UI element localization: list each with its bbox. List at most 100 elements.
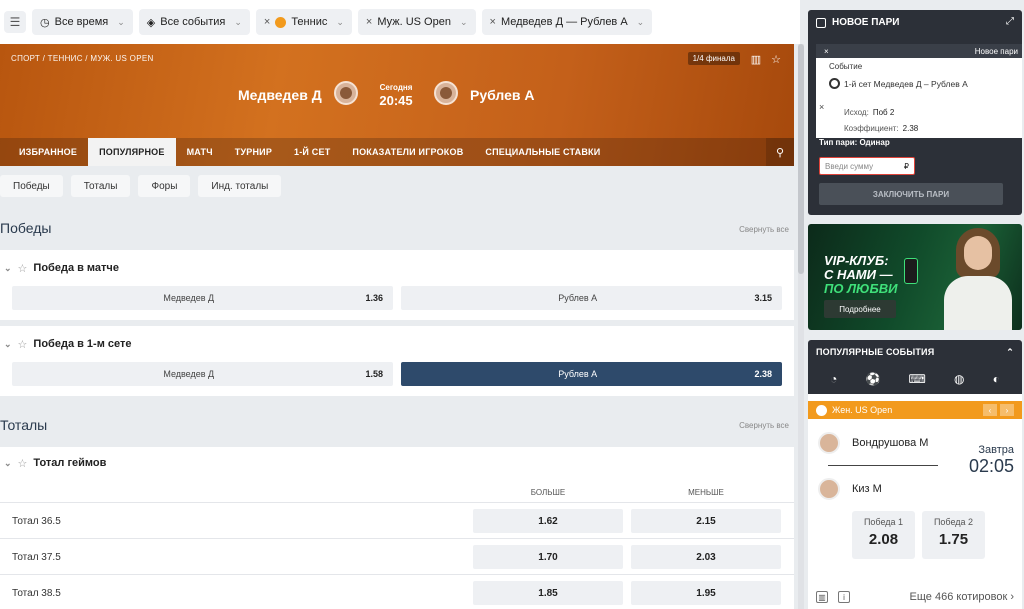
odd-button-over[interactable]: 1.62 — [473, 509, 623, 533]
odd-button-p2-selected[interactable]: Рублев А 2.38 — [401, 362, 782, 386]
star-icon[interactable]: ☆ — [18, 338, 28, 351]
total-name: Тотал 36.5 — [12, 516, 61, 527]
table-row: Тотал 36.5 1.62 2.15 — [0, 503, 794, 539]
market-header[interactable]: ⌄ ☆ Победа в матче — [0, 250, 794, 286]
market-set1-win: ⌄ ☆ Победа в 1-м сете Медведев Д 1.58 Ру… — [0, 326, 794, 396]
table-tennis-icon[interactable]: ◐ — [993, 372, 1000, 386]
chevron-up-icon[interactable]: ⌃ — [1006, 347, 1014, 358]
odd-button-win2[interactable]: Победа 2 1.75 — [922, 511, 985, 559]
odd-button-over[interactable]: 1.70 — [473, 545, 623, 569]
info-icon[interactable]: i — [838, 591, 850, 603]
event-player1[interactable]: Вондрушова М — [818, 432, 928, 454]
more-odds-link[interactable]: Еще 466 котировок › — [910, 591, 1014, 603]
close-icon[interactable]: × — [366, 16, 372, 28]
close-icon[interactable]: × — [490, 16, 496, 28]
star-icon[interactable]: ☆ — [768, 51, 784, 67]
tab-favorites[interactable]: ИЗБРАННОЕ — [8, 138, 88, 166]
tab-first-set[interactable]: 1-Й СЕТ — [283, 138, 341, 166]
tab-popular[interactable]: ПОПУЛЯРНОЕ — [88, 138, 176, 166]
soccer-icon[interactable]: ⚽ — [865, 372, 880, 386]
odd-value: 1.58 — [365, 369, 383, 379]
event-name-text: 1-й сет Медведев Д – Рублев А — [844, 78, 968, 89]
market-match-win: ⌄ ☆ Победа в матче Медведев Д 1.36 Рубле… — [0, 250, 794, 320]
player1-avatar — [334, 81, 358, 105]
chevron-down-icon: ⌄ — [459, 16, 468, 27]
currency-icon: ₽ — [903, 161, 909, 171]
stake-placeholder: Введи сумму — [825, 161, 874, 171]
tab-special-bets[interactable]: СПЕЦИАЛЬНЫЕ СТАВКИ — [474, 138, 611, 166]
new-bet-bar: × Новое пари — [816, 44, 1022, 58]
event-player2[interactable]: Киз М — [818, 478, 882, 500]
odd-button-under[interactable]: 2.03 — [631, 545, 781, 569]
odd-button-under[interactable]: 1.95 — [631, 581, 781, 605]
promo-banner[interactable]: VIP-КЛУБ: С НАМИ — ПО ЛЮБВИ Подробнее — [808, 224, 1022, 330]
collapse-all-link[interactable]: Свернуть все — [739, 225, 789, 234]
popular-events-title: ПОПУЛЯРНЫЕ СОБЫТИЯ — [816, 347, 935, 357]
events-filter[interactable]: ◈ Все события ⌄ — [138, 9, 250, 35]
odd-value: 1.36 — [365, 293, 383, 303]
odd-button-p2[interactable]: Рублев А 3.15 — [401, 286, 782, 310]
match-filter[interactable]: × Медведев Д — Рублев А ⌄ — [481, 9, 653, 35]
odd-button-over[interactable]: 1.85 — [473, 581, 623, 605]
chevron-down-icon: ⌄ — [336, 16, 344, 27]
expand-icon[interactable]: ⤢ — [1006, 16, 1014, 27]
basketball-icon[interactable]: ◍ — [954, 372, 964, 386]
star-icon[interactable]: ☆ — [18, 262, 28, 275]
banner-line3: ПО ЛЮБВИ — [824, 281, 898, 296]
tab-tournament[interactable]: ТУРНИР — [224, 138, 283, 166]
chevron-left-icon[interactable]: ‹ — [983, 404, 997, 416]
tournament-filter[interactable]: × Муж. US Open ⌄ — [357, 9, 476, 35]
star-icon[interactable]: ☆ — [18, 457, 28, 470]
market-header[interactable]: ⌄ ☆ Тотал геймов — [0, 447, 794, 479]
remove-bet-icon[interactable]: × — [819, 102, 824, 112]
odd-button-win1[interactable]: Победа 1 2.08 — [852, 511, 915, 559]
scrollbar-thumb[interactable] — [798, 44, 804, 274]
player-avatar — [818, 478, 840, 500]
chevron-down-icon: ⌄ — [4, 457, 12, 468]
odd-button-under[interactable]: 2.15 — [631, 509, 781, 533]
column-header-over: БОЛЬШЕ — [530, 488, 566, 497]
chip-wins[interactable]: Победы — [0, 175, 63, 197]
odd-label: Победа 1 — [863, 517, 904, 527]
search-icon[interactable]: ⚲ — [766, 138, 794, 166]
more-odds-text: Еще 466 котировок — [909, 591, 1008, 603]
place-bet-button[interactable]: ЗАКЛЮЧИТЬ ПАРИ — [819, 183, 1003, 205]
filter-icon[interactable]: ☰ — [4, 11, 26, 33]
sport-filter[interactable]: × Теннис ⌄ — [255, 9, 352, 35]
close-icon[interactable]: × — [264, 16, 270, 28]
esports-icon[interactable]: ⌨ — [909, 372, 926, 386]
bet-type: Тип пари: Одинар — [819, 138, 890, 147]
event-footer: ▥ i Еще 466 котировок › — [808, 585, 1022, 609]
market-title: Тотал геймов — [33, 457, 107, 469]
stats-icon[interactable]: ▥ — [816, 591, 828, 603]
close-icon[interactable]: × — [824, 47, 829, 56]
table-header: БОЛЬШЕ МЕНЬШЕ — [0, 479, 794, 503]
scrollbar[interactable] — [798, 44, 804, 609]
chip-ind-totals[interactable]: Инд. тоталы — [198, 175, 282, 197]
time-filter[interactable]: ◷ Все время ⌄ — [32, 9, 133, 35]
new-bet-label: Новое пари — [974, 46, 1018, 56]
stake-input[interactable]: Введи сумму ₽ — [819, 157, 915, 175]
chevron-right-icon[interactable]: › — [1000, 404, 1014, 416]
odd-button-p1[interactable]: Медведев Д 1.36 — [12, 286, 393, 310]
chip-handicaps[interactable]: Форы — [138, 175, 191, 197]
league-bar[interactable]: Жен. US Open ‹ › — [808, 401, 1022, 419]
market-header[interactable]: ⌄ ☆ Победа в 1-м сете — [0, 326, 794, 362]
tennis-icon[interactable]: ◔ — [830, 372, 837, 386]
tab-match[interactable]: МАТЧ — [176, 138, 224, 166]
collapse-all-link[interactable]: Свернуть все — [739, 421, 789, 430]
outcome-value: Поб 2 — [872, 108, 895, 117]
table-row: Тотал 37.5 1.70 2.03 — [0, 539, 794, 575]
banner-more-button[interactable]: Подробнее — [824, 300, 896, 318]
breadcrumb[interactable]: СПОРТ / ТЕННИС / МУЖ. US OPEN — [11, 54, 154, 63]
tab-player-stats[interactable]: ПОКАЗАТЕЛИ ИГРОКОВ — [341, 138, 474, 166]
divider — [828, 465, 938, 466]
banner-line1: VIP-КЛУБ: — [824, 253, 889, 268]
odd-button-p1[interactable]: Медведев Д 1.58 — [12, 362, 393, 386]
odd-label: Рублев А — [558, 293, 598, 303]
events-filter-label: Все события — [160, 16, 226, 28]
chip-totals[interactable]: Тоталы — [70, 175, 131, 197]
popular-events-header[interactable]: ПОПУЛЯРНЫЕ СОБЫТИЯ ⌃ — [808, 340, 1022, 364]
sport-icons-row: ◔ ⚽ ⌨ ◍ ◐ — [808, 364, 1022, 394]
stats-icon[interactable]: ▥ — [748, 51, 764, 67]
